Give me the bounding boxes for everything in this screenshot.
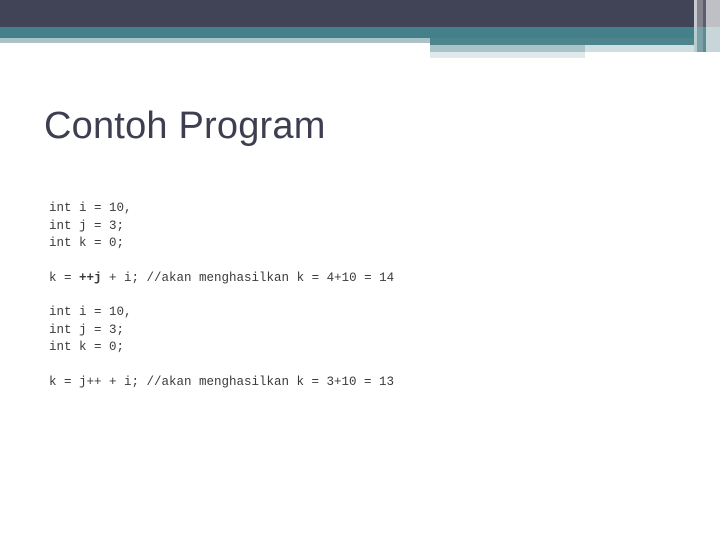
post-increment-statement: k = j++ + i; //akan menghasilkan k = 3+1…	[49, 374, 489, 392]
code-line: int j = 3;	[49, 322, 125, 337]
code-line: int k = 0;	[49, 340, 125, 354]
code-line: k = ++j + i; //akan menghasilkan k = 4+1…	[49, 270, 395, 285]
header-band-teal	[0, 27, 720, 38]
code-line: int j = 3;	[49, 218, 125, 233]
code-line: int i = 10,	[49, 305, 132, 319]
header-band-teal-right	[430, 38, 720, 45]
pre-increment-statement: k = ++j + i; //akan menghasilkan k = 4+1…	[49, 270, 489, 288]
declaration-block-2: int i = 10, int j = 3; int k = 0;	[49, 304, 489, 357]
declaration-block-1: int i = 10, int j = 3; int k = 0;	[49, 200, 489, 253]
code-line: int i = 10,	[49, 201, 132, 215]
code-line: k = j++ + i; //akan menghasilkan k = 3+1…	[49, 374, 395, 389]
code-line: int k = 0;	[49, 236, 125, 250]
header-band-faint	[430, 52, 585, 58]
header-band-dark	[0, 0, 720, 27]
presentation-slide: Contoh Program int i = 10, int j = 3; int …	[0, 0, 720, 540]
slide-header-decoration	[0, 0, 720, 60]
header-band-pale-left	[0, 38, 430, 43]
code-emphasis: ++j	[79, 270, 102, 285]
header-stripe-mask	[694, 52, 720, 60]
code-snippet: int i = 10, int j = 3; int k = 0; k = ++j +…	[49, 200, 489, 391]
page-title: Contoh Program	[44, 105, 326, 147]
